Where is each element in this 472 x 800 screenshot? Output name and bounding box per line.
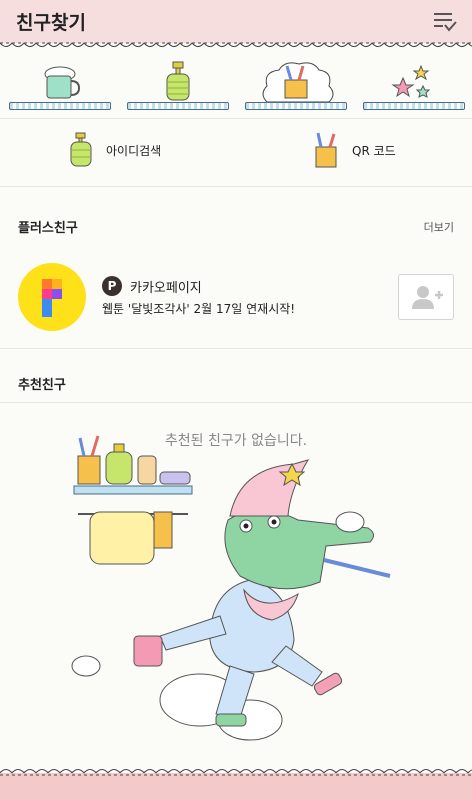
tab-shelf — [245, 102, 347, 110]
list-check-icon — [434, 13, 457, 32]
kakaopage-logo — [42, 279, 62, 317]
plus-friends-title: 플러스친구 — [18, 221, 78, 236]
kakaopage-badge-icon: P — [102, 276, 122, 296]
cup-icon — [44, 66, 81, 99]
tab-shelf — [9, 102, 111, 110]
tab-cup[interactable] — [9, 58, 111, 114]
plus-friend-item[interactable]: P 카카오페이지 — [102, 276, 202, 296]
divider — [0, 348, 472, 349]
tab-shelf — [127, 102, 229, 110]
tab-lotion[interactable] — [127, 58, 229, 114]
toothbrush-cup-icon — [315, 132, 337, 168]
recommended-title: 추천친구 — [18, 378, 66, 393]
divider — [0, 118, 472, 119]
lotion-bottle-icon — [166, 61, 190, 101]
add-person-icon — [412, 286, 443, 309]
more-link[interactable]: 더보기 — [424, 219, 454, 235]
tab-shelf — [363, 102, 465, 110]
divider — [0, 186, 472, 187]
page-title: 친구찾기 — [16, 12, 86, 34]
qr-code-label: QR 코드 — [352, 143, 396, 158]
friend-name: 카카오페이지 — [130, 280, 202, 296]
id-search-label: 아이디검색 — [106, 143, 162, 158]
avatar[interactable] — [18, 263, 86, 331]
lotion-bottle-icon — [70, 132, 92, 167]
lace-border-top — [0, 38, 472, 47]
toothbrush-cup-icon — [262, 62, 334, 103]
tab-stars[interactable] — [363, 58, 465, 114]
divider — [0, 402, 472, 403]
qr-code-button[interactable]: QR 코드 — [312, 128, 396, 172]
id-search-button[interactable]: 아이디검색 — [68, 128, 161, 172]
header-bar: 친구찾기 — [0, 0, 472, 42]
empty-recommendations-text: 추천된 친구가 없습니다. — [164, 433, 308, 449]
friend-status: 웹툰 '달빛조각사' 2월 17일 연재시작! — [102, 302, 296, 316]
menu-button[interactable] — [432, 10, 458, 34]
tab-toothbrush-selected[interactable] — [245, 58, 347, 114]
add-friend-button[interactable] — [398, 274, 454, 320]
crocodile-illustration — [71, 435, 391, 741]
lace-border-bottom — [0, 769, 472, 800]
stars-icon — [391, 64, 431, 98]
